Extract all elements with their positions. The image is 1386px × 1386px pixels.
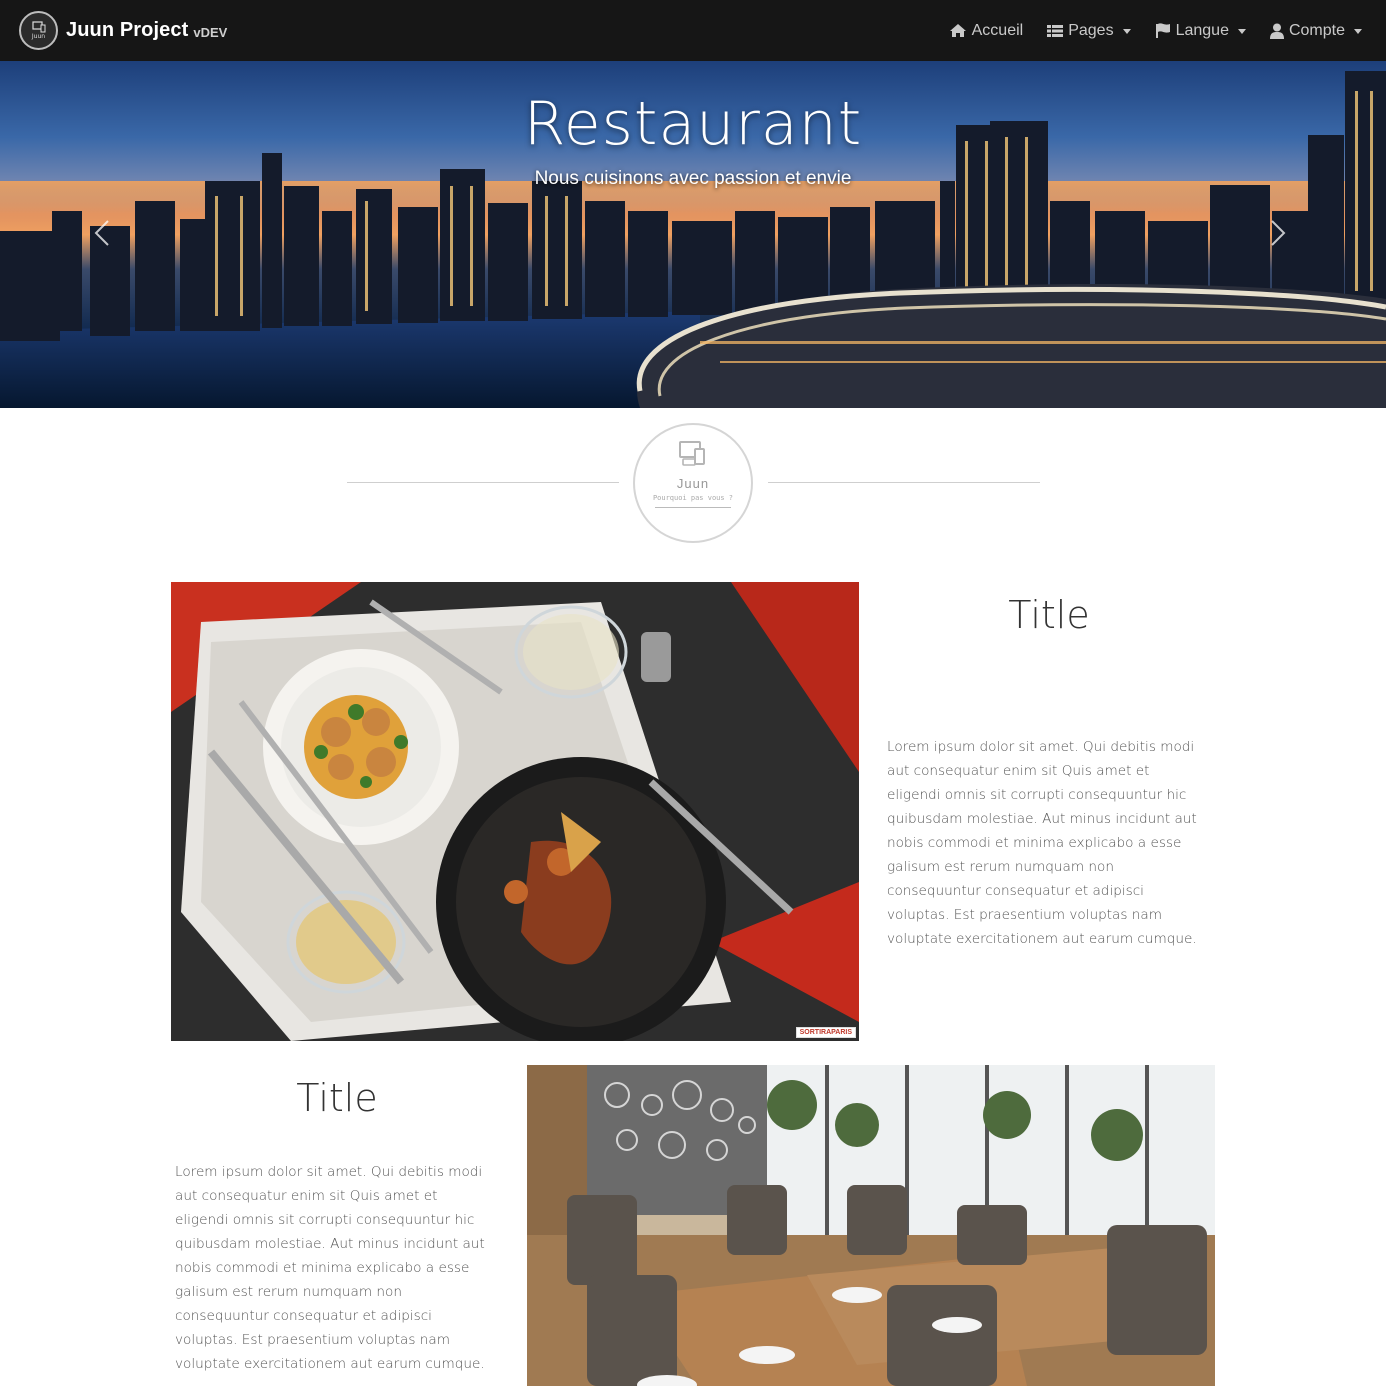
image-source-badge: SORTIRAPARIS [795, 1027, 856, 1038]
brand-logo: Juun [19, 11, 58, 50]
nav-langue[interactable]: Langue [1155, 22, 1246, 40]
section-2-text: Lorem ipsum dolor sit amet. Qui debitis … [175, 1164, 485, 1372]
nav-accueil[interactable]: Accueil [949, 21, 1024, 40]
carousel-next-icon[interactable] [1262, 218, 1292, 248]
brand-link[interactable]: Juun Juun Project vDEV [19, 11, 227, 50]
hero-subtitle: Nous cuisinons avec passion et envie [534, 168, 852, 189]
devices-icon [31, 21, 45, 33]
home-icon [949, 24, 966, 37]
nav-compte[interactable]: Compte [1269, 21, 1362, 40]
restaurant-interior-image [527, 1065, 1215, 1386]
flag-icon [1155, 23, 1170, 38]
nav-pages-label: Pages [1068, 21, 1114, 39]
nav-accueil-label: Accueil [971, 21, 1024, 39]
hero-carousel: Restaurant Nous cuisinons avec passion e… [0, 61, 1386, 408]
chevron-down-icon [1122, 28, 1131, 34]
chevron-down-icon [1237, 28, 1246, 34]
brand-version: vDEV [193, 25, 228, 40]
nav-pages[interactable]: Pages [1047, 21, 1131, 40]
emblem-tagline: Pourquoi pas vous ? [652, 494, 734, 502]
section-1-title: Title [1008, 593, 1090, 637]
emblem-underline [655, 507, 731, 508]
divider-right [768, 482, 1040, 483]
nav-compte-label: Compte [1288, 21, 1345, 39]
main-nav: Accueil Pages Langue Compte [925, 0, 1362, 61]
section-1-text: Lorem ipsum dolor sit amet. Qui debitis … [887, 739, 1197, 947]
divider-left [347, 482, 619, 483]
hero-title: Restaurant [523, 89, 863, 159]
carousel-prev-icon[interactable] [88, 218, 118, 248]
user-icon [1269, 23, 1284, 39]
section-2-title: Title [296, 1076, 378, 1120]
brand-logo-text: Juun [31, 33, 46, 40]
list-icon [1047, 24, 1064, 37]
juun-emblem: Juun Pourquoi pas vous ? [633, 423, 753, 543]
emblem-name: Juun [676, 476, 710, 491]
top-navbar: Juun Juun Project vDEV Accueil Pages Lan… [0, 0, 1386, 61]
chevron-down-icon [1354, 28, 1362, 34]
brand-name: Juun Project [66, 19, 189, 41]
food-plates-image: SORTIRAPARIS [171, 582, 859, 1041]
devices-icon [679, 441, 705, 466]
nav-langue-label: Langue [1175, 21, 1229, 39]
